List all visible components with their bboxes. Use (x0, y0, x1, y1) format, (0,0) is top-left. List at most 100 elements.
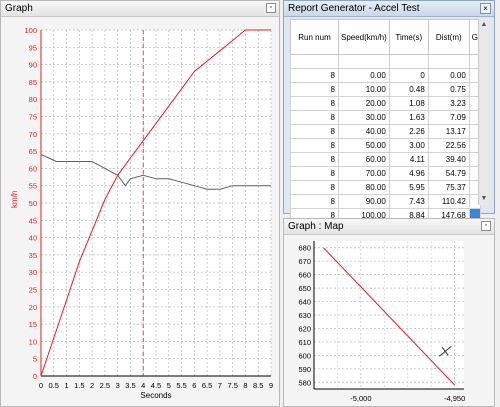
graph-window: Graph ▫ km/h Seconds 0 5 10 15 20 25 30 35 40 45 5… (0, 0, 280, 407)
table-cell: 8 (290, 82, 339, 97)
y-tick-label: 55 (29, 182, 37, 191)
table-cell: 2.26 (388, 124, 429, 139)
y-tick-label: 100 (24, 26, 37, 35)
table-row[interactable]: 8 90.00 7.43 110.42 (290, 194, 482, 209)
map-x-tick-label: -4,950 (444, 394, 465, 403)
map-chart: 580 590 600 610 620 630 640 650 660 670 680 -5,000 -… (298, 241, 465, 403)
table-cell: 0.48 (388, 82, 429, 97)
table-cell: 0 (388, 68, 429, 83)
table-cell: 10.00 (338, 82, 390, 97)
table-cell: 1.63 (388, 110, 429, 125)
table-cell: 5.95 (388, 180, 429, 195)
x-tick-label: 2 (90, 381, 94, 390)
map-maximize-button[interactable]: ▫ (481, 221, 491, 231)
map-y-tick-label: 660 (298, 271, 311, 280)
table-cell: 50.00 (338, 138, 390, 153)
y-tick-label: 10 (29, 337, 37, 346)
table-cell: 8 (290, 194, 339, 209)
table-cell: 39.40 (427, 152, 470, 167)
y-tick-label: 60 (29, 164, 37, 173)
table-row[interactable]: 8 20.00 1.08 3.23 (290, 96, 482, 111)
scroll-up-arrow-icon[interactable]: ▲ (479, 19, 489, 31)
table-cell: 40.00 (338, 124, 390, 139)
x-tick-label: 8.5 (253, 381, 263, 390)
report-table: Run num Speed(km/h) Time(s) Dist(m) G 80… (290, 19, 482, 223)
y-tick-label: 35 (29, 251, 37, 260)
scroll-down-arrow-icon[interactable]: ▼ (479, 193, 489, 205)
table-row[interactable]: 8 40.00 2.26 13.17 (290, 124, 482, 139)
x-tick-label: 5.5 (176, 381, 186, 390)
x-tick-label: 1.5 (74, 381, 84, 390)
column-header-run-num[interactable]: Run num (290, 19, 339, 55)
x-tick-label: 1 (64, 381, 68, 390)
y-tick-label: 80 (29, 95, 37, 104)
map-y-tick-label: 630 (298, 311, 311, 320)
table-row[interactable]: 8 70.00 4.96 54.79 (290, 166, 482, 181)
report-scrollbar[interactable]: ▲ ▼ (478, 19, 489, 205)
table-cell: 8 (290, 96, 339, 111)
table-cell: 8 (290, 180, 339, 195)
table-cell: 30.00 (338, 110, 390, 125)
report-window-title: Report Generator - Accel Test (288, 3, 420, 14)
y-tick-label: 75 (29, 113, 37, 122)
x-tick-label: 4 (141, 381, 145, 390)
table-cell: 80.00 (338, 180, 390, 195)
table-row[interactable]: 8 10.00 0.48 0.75 (290, 82, 482, 97)
map-y-tick-label: 600 (298, 351, 311, 360)
table-cell: 90.00 (338, 194, 390, 209)
map-y-tick-label: 650 (298, 284, 311, 293)
table-cell: 8 (290, 110, 339, 125)
map-window: Graph : Map ▫ 580 590 600 610 620 630 640 650 66… (283, 218, 495, 407)
table-row[interactable]: 8 0.00 0 0.00 (290, 68, 482, 83)
table-cell: 1.08 (388, 96, 429, 111)
graph-window-titlebar[interactable]: Graph (1, 1, 279, 17)
table-cell: 13.17 (427, 124, 470, 139)
table-cell: 8 (290, 138, 339, 153)
y-tick-label: 95 (29, 43, 37, 52)
speed-chart: km/h Seconds 051015202530354045505560657… (10, 26, 273, 400)
table-cell: 4.96 (388, 166, 429, 181)
table-cell: 110.42 (427, 194, 470, 209)
report-header-row: Run num Speed(km/h) Time(s) Dist(m) G (290, 19, 482, 55)
table-cell: 8 (290, 68, 339, 83)
table-cell: 8 (290, 152, 339, 167)
x-tick-label: 6 (192, 381, 196, 390)
x-tick-label: 0.5 (49, 381, 59, 390)
table-cell: 60.00 (338, 152, 390, 167)
table-row[interactable]: 8 50.00 3.00 22.56 (290, 138, 482, 153)
x-tick-label: 4.5 (151, 381, 161, 390)
y-tick-label: 90 (29, 61, 37, 70)
x-tick-label: 8 (243, 381, 247, 390)
table-cell: 8 (290, 166, 339, 181)
y-tick-label: 5 (33, 355, 37, 364)
x-axis-title: Seconds (140, 391, 171, 400)
close-icon[interactable]: × (480, 3, 491, 14)
table-cell: 20.00 (338, 96, 390, 111)
x-tick-label: 3.5 (125, 381, 135, 390)
map-plot-area (314, 241, 464, 389)
map-y-tick-label: 640 (298, 298, 311, 307)
table-row[interactable]: 8 80.00 5.95 75.37 (290, 180, 482, 195)
table-row-blank (290, 54, 482, 69)
map-x-tick-label: -5,000 (350, 394, 371, 403)
y-tick-label: 65 (29, 147, 37, 156)
map-window-titlebar[interactable]: Graph : Map (284, 219, 494, 235)
y-tick-label: 30 (29, 268, 37, 277)
column-header-dist[interactable]: Dist(m) (427, 19, 470, 55)
map-y-tick-label: 670 (298, 257, 311, 266)
table-cell: 70.00 (338, 166, 390, 181)
x-tick-label: 7.5 (227, 381, 237, 390)
table-row[interactable]: 8 60.00 4.11 39.40 (290, 152, 482, 167)
x-tick-label: 2.5 (100, 381, 110, 390)
x-tick-label: 6.5 (202, 381, 212, 390)
map-y-tick-label: 610 (298, 338, 311, 347)
column-header-time[interactable]: Time(s) (388, 19, 429, 55)
table-cell: 8 (290, 124, 339, 139)
y-tick-label: 25 (29, 286, 37, 295)
table-cell: 4.11 (388, 152, 429, 167)
graph-maximize-button[interactable]: ▫ (266, 3, 276, 13)
column-header-speed[interactable]: Speed(km/h) (338, 19, 390, 55)
report-window-titlebar[interactable]: Report Generator - Accel Test (284, 1, 494, 17)
table-row[interactable]: 8 30.00 1.63 7.09 (290, 110, 482, 125)
graph-window-title: Graph (5, 3, 33, 14)
